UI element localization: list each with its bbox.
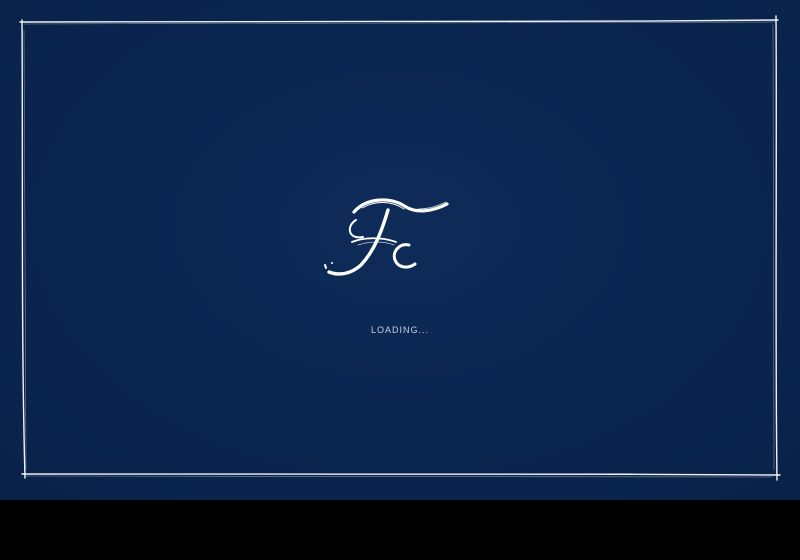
- bottom-black-bar: [0, 500, 800, 560]
- fc-monogram-logo: [324, 198, 449, 276]
- loading-screen: LOADING...: [0, 0, 800, 500]
- app-window: LOADING...: [0, 0, 800, 560]
- loading-status-text: LOADING...: [370, 325, 429, 335]
